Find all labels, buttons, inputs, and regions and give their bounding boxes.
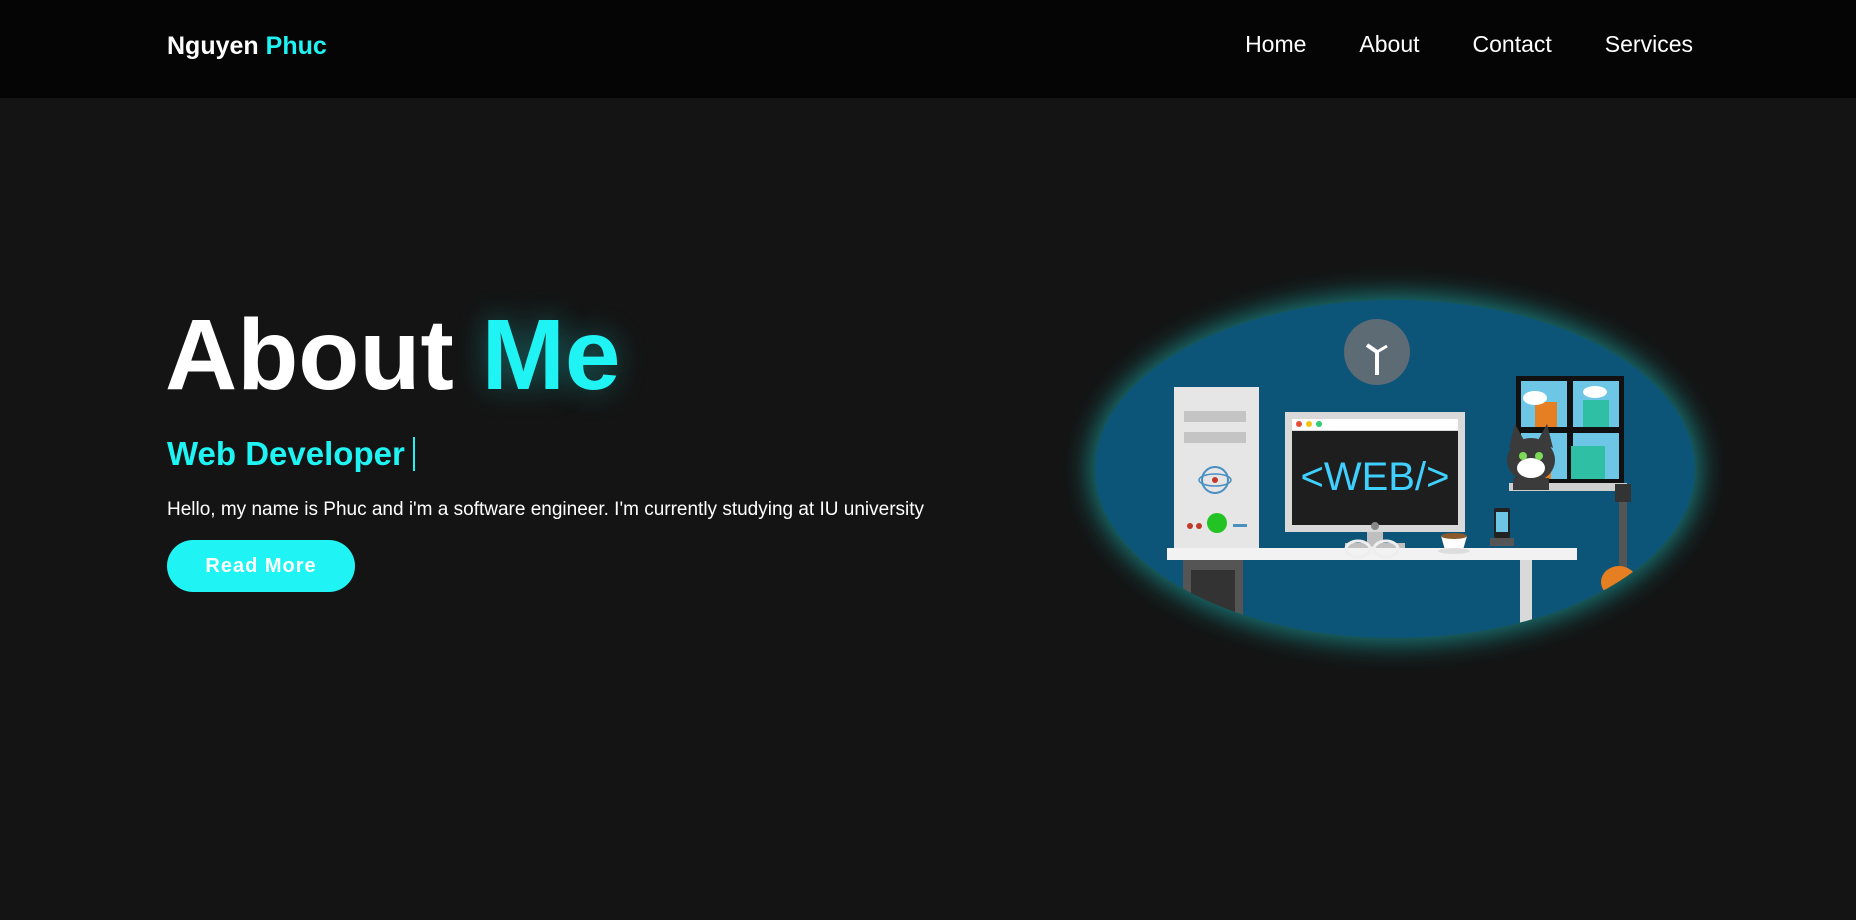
web-desk-illustration: <WEB/> bbox=[1167, 319, 1637, 638]
typing-cursor bbox=[412, 437, 415, 471]
nav-link-contact[interactable]: Contact bbox=[1473, 31, 1552, 58]
hero-intro-text: Hello, my name is Phuc and i'm a softwar… bbox=[167, 499, 925, 520]
monitor-screen-text: <WEB/> bbox=[1301, 455, 1450, 499]
hero-title: About Me bbox=[165, 305, 621, 405]
read-more-button[interactable]: Read More bbox=[167, 540, 355, 592]
coffee-cup-icon bbox=[1438, 533, 1470, 554]
nav-link-services[interactable]: Services bbox=[1605, 31, 1693, 58]
logo-first-name: Nguyen bbox=[167, 32, 259, 60]
clock-icon bbox=[1344, 319, 1410, 385]
hero-illustration: <WEB/> bbox=[1095, 300, 1695, 638]
hero-subtitle: Web Developer bbox=[167, 435, 415, 473]
computer-tower-icon bbox=[1174, 387, 1259, 549]
site-logo[interactable]: Nguyen Phuc bbox=[167, 32, 327, 61]
desk-icon bbox=[1167, 548, 1577, 638]
nav-link-home[interactable]: Home bbox=[1245, 31, 1306, 58]
main-nav: Home About Contact Services bbox=[1245, 31, 1693, 58]
hero-title-accent: Me bbox=[481, 299, 621, 411]
logo-last-name: Phuc bbox=[265, 32, 327, 60]
guitar-icon bbox=[1601, 484, 1637, 598]
typed-role-text: Web Developer bbox=[167, 435, 405, 472]
site-header: Nguyen Phuc Home About Contact Services bbox=[0, 0, 1856, 98]
phone-icon bbox=[1490, 508, 1514, 546]
nav-link-about[interactable]: About bbox=[1359, 31, 1419, 58]
monitor-icon: <WEB/> bbox=[1285, 412, 1465, 549]
hero-title-first: About bbox=[165, 299, 454, 411]
